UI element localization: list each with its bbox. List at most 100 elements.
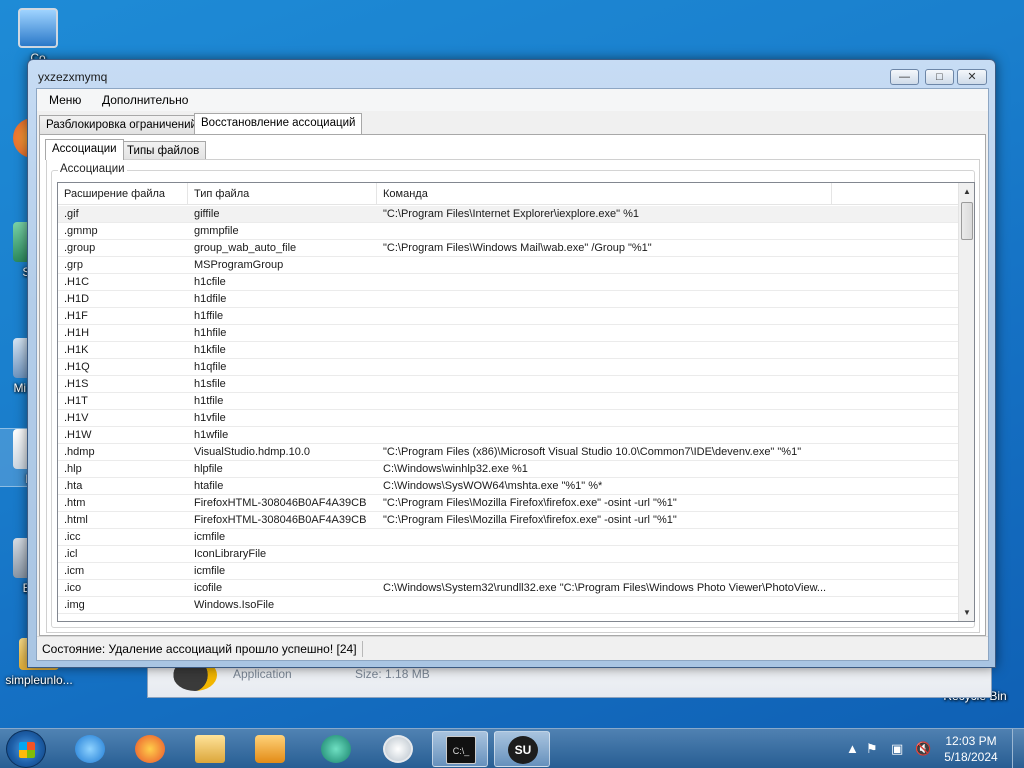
table-row[interactable]: .H1C h1cfile <box>58 274 960 291</box>
table-row[interactable]: .img Windows.IsoFile <box>58 597 960 614</box>
cell-extension: .hdmp <box>64 446 95 458</box>
table-row[interactable]: .H1V h1vfile <box>58 410 960 427</box>
cell-extension: .H1Q <box>64 361 90 373</box>
desktop-icon-computer[interactable]: Co <box>3 8 73 65</box>
cell-file-type: icofile <box>194 582 223 594</box>
cell-extension: .gmmp <box>64 225 98 237</box>
table-row[interactable]: .ico icofile C:\Windows\System32\rundll32.… <box>58 580 960 597</box>
table-row[interactable]: .H1Q h1qfile <box>58 359 960 376</box>
column-header-command[interactable]: Команда <box>377 183 832 205</box>
table-row[interactable]: .hlp hlpfile C:\Windows\winhlp32.exe %1 <box>58 461 960 478</box>
desktop-icon-label: simpleunlo... <box>5 673 73 687</box>
associations-list[interactable]: Расширение файла Тип файла Команда .gif g… <box>57 182 975 622</box>
table-row[interactable]: .H1D h1dfile <box>58 291 960 308</box>
scroll-down-icon[interactable]: ▼ <box>959 604 974 621</box>
cell-extension: .H1V <box>64 412 89 424</box>
cell-file-type: Windows.IsoFile <box>194 599 275 611</box>
cell-file-type: h1vfile <box>194 412 226 424</box>
table-row[interactable]: .grp MSProgramGroup <box>58 257 960 274</box>
cell-command: "C:\Program Files\Mozilla Firefox\firefo… <box>383 497 677 509</box>
table-row[interactable]: .H1S h1sfile <box>58 376 960 393</box>
menu-item-advanced[interactable]: Дополнительно <box>102 93 188 107</box>
cell-command: "C:\Program Files (x86)\Microsoft Visual… <box>383 446 802 458</box>
table-row[interactable]: .icl IconLibraryFile <box>58 546 960 563</box>
cell-file-type: FirefoxHTML-308046B0AF4A39CB <box>194 497 367 509</box>
tab-associations[interactable]: Ассоциации <box>45 139 124 160</box>
cell-file-type: MSProgramGroup <box>194 259 284 271</box>
tab-restore-associations[interactable]: Восстановление ассоциаций <box>194 113 363 134</box>
cell-file-type: IconLibraryFile <box>194 548 267 560</box>
menu-bar: Меню Дополнительно <box>37 89 988 111</box>
cell-command: "C:\Program Files\Mozilla Firefox\firefo… <box>383 514 677 526</box>
table-row[interactable]: .html FirefoxHTML-308046B0AF4A39CB "C:\Pro… <box>58 512 960 529</box>
taskbar-firefox[interactable] <box>122 731 178 767</box>
cell-file-type: h1wfile <box>194 429 229 441</box>
table-row[interactable]: .H1W h1wfile <box>58 427 960 444</box>
cell-file-type: VisualStudio.hdmp.10.0 <box>194 446 310 458</box>
cell-file-type: group_wab_auto_file <box>194 242 297 254</box>
table-row[interactable]: .H1T h1tfile <box>58 393 960 410</box>
cell-file-type: hlpfile <box>194 463 223 475</box>
table-row[interactable]: .icm icmfile <box>58 563 960 580</box>
cell-extension: .hlp <box>64 463 82 475</box>
taskbar-browser[interactable] <box>308 731 364 767</box>
table-row[interactable]: .htm FirefoxHTML-308046B0AF4A39CB "C:\Prog… <box>58 495 960 512</box>
system-clock[interactable]: 12:03 PM 5/18/2024 <box>938 733 1004 765</box>
tab-unlock-restrictions[interactable]: Разблокировка ограничений <box>39 115 204 135</box>
table-row[interactable]: .icc icmfile <box>58 529 960 546</box>
table-row[interactable]: .hta htafile C:\Windows\SysWOW64\mshta.exe… <box>58 478 960 495</box>
taskbar-clock-app[interactable] <box>370 731 426 767</box>
tab-file-types[interactable]: Типы файлов <box>120 141 207 161</box>
taskbar-explorer[interactable] <box>182 731 238 767</box>
media-player-icon <box>255 735 285 763</box>
cell-extension: .ico <box>64 582 82 594</box>
cell-extension: .H1F <box>64 310 88 322</box>
table-row[interactable]: .gif giffile "C:\Program Files\Internet Ex… <box>58 206 960 223</box>
menu-item-menu[interactable]: Меню <box>49 93 81 107</box>
cell-extension: .grp <box>64 259 83 271</box>
cell-extension: .icc <box>64 531 81 543</box>
table-row[interactable]: .group group_wab_auto_file "C:\Program Fil… <box>58 240 960 257</box>
table-row[interactable]: .H1H h1hfile <box>58 325 960 342</box>
tray-expand-icon[interactable]: ▲ <box>846 741 859 756</box>
associations-group: Ассоциации Расширение файла Тип файла Ко… <box>51 163 975 628</box>
status-separator <box>362 641 363 657</box>
subtab-panel-associations: Ассоциации Расширение файла Тип файла Ко… <box>46 159 980 633</box>
taskbar: C:\_ SU ▲ ⚑ ▣ 🔇 12:03 PM 5/18/2024 <box>0 728 1024 768</box>
table-row[interactable]: .gmmp gmmpfile <box>58 223 960 240</box>
cell-file-type: h1sfile <box>194 378 226 390</box>
minimize-button[interactable]: — <box>890 69 919 85</box>
cell-command: "C:\Program Files\Windows Mail\wab.exe" … <box>383 242 652 254</box>
column-header-file-type[interactable]: Тип файла <box>188 183 377 205</box>
taskbar-su[interactable]: SU <box>494 731 550 767</box>
tab-panel-restore-associations: Ассоциации Типы файлов Ассоциации Расшир… <box>39 134 986 636</box>
table-row[interactable]: .H1K h1kfile <box>58 342 960 359</box>
maximize-button[interactable]: □ <box>925 69 954 85</box>
firefox-icon <box>135 735 165 763</box>
cell-extension: .icl <box>64 548 78 560</box>
folder-icon <box>195 735 225 763</box>
cell-file-type: gmmpfile <box>194 225 239 237</box>
scroll-up-icon[interactable]: ▲ <box>959 183 974 200</box>
start-button[interactable] <box>6 730 46 768</box>
column-header-extension[interactable]: Расширение файла <box>58 183 188 205</box>
list-header: Расширение файла Тип файла Команда <box>58 183 960 205</box>
vertical-scrollbar[interactable]: ▲ ▼ <box>958 183 974 621</box>
clock-date: 5/18/2024 <box>944 750 998 764</box>
file-type-label: Application <box>233 667 292 681</box>
taskbar-command-prompt[interactable]: C:\_ <box>432 731 488 767</box>
action-center-flag-icon[interactable]: ⚑ <box>866 741 878 757</box>
taskbar-internet-explorer[interactable] <box>62 731 118 767</box>
table-row[interactable]: .hdmp VisualStudio.hdmp.10.0 "C:\Program F… <box>58 444 960 461</box>
close-button[interactable]: ✕ <box>957 69 987 85</box>
table-row[interactable]: .H1F h1ffile <box>58 308 960 325</box>
network-icon[interactable]: ▣ <box>891 741 903 757</box>
cell-extension: .group <box>64 242 96 254</box>
browser-icon <box>321 735 351 763</box>
cell-extension: .H1D <box>64 293 90 305</box>
show-desktop-button[interactable] <box>1012 729 1024 768</box>
taskbar-media-player[interactable] <box>242 731 298 767</box>
scroll-thumb[interactable] <box>961 202 973 240</box>
volume-muted-icon[interactable]: 🔇 <box>915 741 931 757</box>
main-window: yxzezxmymq — □ ✕ Меню Дополнительно Разб… <box>27 59 996 668</box>
